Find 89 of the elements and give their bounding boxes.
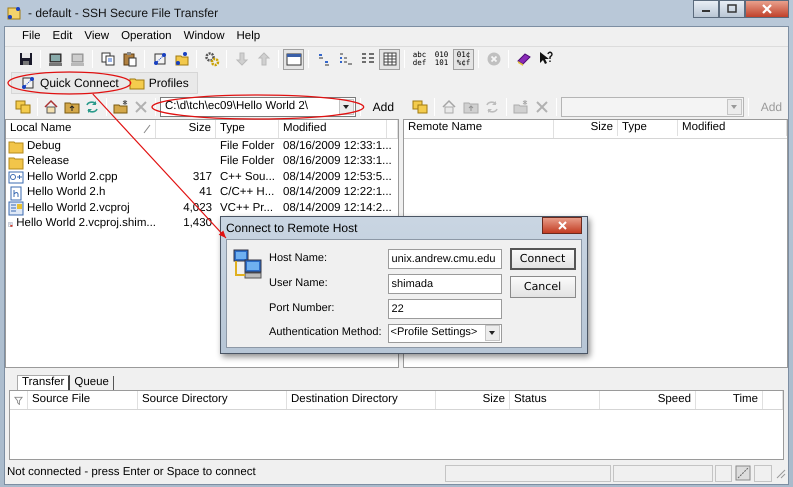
table-cell-text: 41: [198, 186, 213, 200]
file-name[interactable]: Debug: [27, 140, 61, 154]
profiles-button[interactable]: Profiles: [124, 74, 193, 92]
refresh-icon: [484, 99, 500, 115]
stop-icon: [486, 51, 502, 67]
window-icon: [286, 51, 302, 67]
folder-icon: [412, 99, 428, 115]
file-name[interactable]: Hello World 2.cpp: [27, 170, 118, 185]
file-name[interactable]: Release: [27, 155, 70, 170]
delete-icon: [133, 99, 150, 115]
sort-icon: [143, 124, 151, 134]
network-status-icon: [734, 464, 752, 482]
filter-icon: [14, 395, 23, 405]
dropdown-icon: [730, 103, 738, 111]
table-cell-text: VC++ Pr...: [219, 202, 274, 216]
table-cell-text: 317: [192, 170, 213, 185]
field-label: Port Number:: [269, 302, 336, 316]
folder-icon: [8, 154, 24, 170]
quick-connect-button[interactable]: Quick Connect: [16, 74, 123, 92]
table-cell-text: C/C++ H...: [219, 186, 276, 200]
project-file-icon: [8, 201, 24, 216]
list-icon: [338, 51, 354, 67]
new-folder-icon: [512, 99, 529, 115]
save-icon: [18, 51, 34, 67]
dropdown-icon: [342, 103, 350, 111]
folder-icon: [14, 99, 31, 115]
file-name[interactable]: Hello World 2.h: [27, 186, 106, 200]
cancel-button[interactable]: Cancel: [510, 276, 576, 298]
close-icon: [761, 3, 773, 15]
path-combo[interactable]: C:\d\tch\ec09\Hello World 2\: [160, 97, 356, 117]
header-file-icon: [8, 186, 24, 201]
computer-icon: [70, 51, 86, 67]
arrow-up-icon: [256, 51, 272, 67]
menu-item[interactable]: Help: [232, 28, 266, 44]
minimize-button[interactable]: [693, 0, 719, 18]
table-cell-text: C++ Sou...: [219, 170, 276, 185]
network-computers-icon: [233, 248, 263, 280]
computer-icon: [20, 75, 36, 91]
gear-icon: [204, 51, 220, 67]
computer-icon: [48, 51, 64, 67]
select-field[interactable]: <Profile Settings>: [388, 324, 502, 342]
input-field[interactable]: unix.andrew.cmu.edu: [388, 248, 502, 268]
computer-icon: [152, 51, 168, 67]
status-panel: [754, 464, 772, 482]
field-label: User Name:: [269, 276, 329, 290]
input-field[interactable]: 22: [388, 298, 502, 318]
home-icon: [441, 99, 458, 115]
dropdown-icon: [488, 329, 496, 337]
toolbar-button[interactable]: [379, 48, 400, 70]
add-button[interactable]: Add: [364, 98, 402, 116]
copy-icon: [100, 51, 116, 67]
status-message: Not connected - press Enter or Space to connect: [7, 466, 257, 480]
file-name[interactable]: Hello World 2.vcproj: [27, 202, 130, 216]
menu-item[interactable]: Edit: [48, 28, 78, 44]
book-icon: [516, 51, 532, 67]
menu-item[interactable]: Window: [178, 28, 230, 44]
grid-icon: [382, 51, 398, 67]
file-name[interactable]: Hello World 2.vcproj.shim...: [16, 217, 156, 232]
menu-item[interactable]: View: [79, 28, 114, 44]
close-button[interactable]: [745, 0, 789, 18]
folder-icon: [174, 51, 190, 67]
source-file-icon: [8, 170, 24, 186]
close-button[interactable]: [542, 217, 582, 234]
menu-item[interactable]: Operation: [116, 28, 177, 44]
refresh-icon: [84, 99, 100, 115]
maximize-icon: [727, 4, 737, 14]
delete-icon: [534, 99, 550, 115]
tab[interactable]: Transfer: [17, 375, 70, 390]
table-cell-text: 1,430: [182, 217, 213, 232]
new-folder-icon: [112, 99, 129, 115]
arrow-down-icon: [234, 51, 250, 67]
table-cell-text: File Folder: [219, 155, 276, 170]
field-label: Host Name:: [269, 252, 328, 266]
status-panel: [715, 464, 732, 482]
menu-item[interactable]: File: [17, 28, 46, 44]
toolbar-button[interactable]: [283, 48, 304, 70]
connect-button[interactable]: Connect: [510, 248, 576, 270]
help-icon: [538, 51, 554, 67]
resize-grip-icon: [774, 467, 786, 479]
maximize-button[interactable]: [719, 0, 745, 18]
dialog-title: Connect to Remote Host: [226, 220, 358, 236]
field-label: Authentication Method:: [269, 326, 382, 340]
input-field[interactable]: shimada: [388, 274, 502, 294]
window-title: - default - SSH Secure File Transfer: [28, 6, 218, 20]
app-icon: [6, 5, 22, 21]
paste-icon: [122, 51, 138, 67]
home-icon: [43, 99, 60, 115]
close-icon: [556, 220, 568, 231]
table-cell-text: File Folder: [219, 140, 276, 154]
